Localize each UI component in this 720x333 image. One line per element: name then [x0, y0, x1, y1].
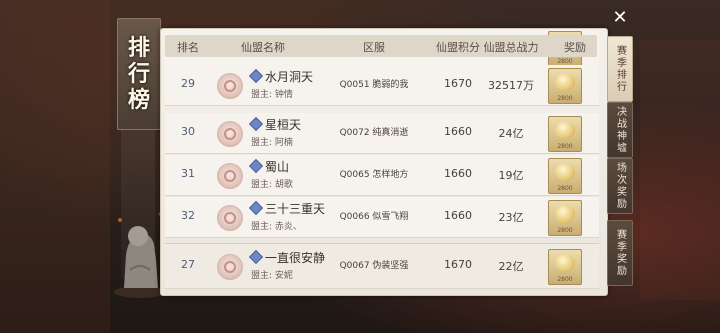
reward-item[interactable]: 2800	[548, 200, 582, 236]
guild-emblem-icon	[217, 163, 243, 189]
table-header: 排名 仙盟名称 区服 仙盟积分 仙盟总战力 奖励	[165, 35, 597, 57]
guild-leader: 盟主: 赤炎、	[251, 222, 302, 232]
server: Q0066 似雪飞翔	[339, 212, 409, 222]
reward-coin-icon	[555, 205, 575, 223]
tab-label: 赛季奖励	[614, 229, 626, 277]
server: Q0072 纯真消逝	[339, 128, 409, 138]
rank: 29	[181, 77, 195, 90]
points: 1670	[444, 258, 472, 271]
reward-coin-icon	[555, 254, 575, 272]
server: Q0065 怎样地方	[339, 170, 409, 180]
rank: 31	[181, 167, 195, 180]
reward-coin-icon	[555, 163, 575, 181]
title-char: 榜	[127, 87, 150, 113]
guild-diamond-icon	[248, 158, 264, 174]
title-char: 排	[127, 35, 150, 61]
guild-name: 星桓天	[265, 118, 302, 132]
server: Q0051 脆弱的我	[339, 80, 409, 90]
guild-leader: 盟主: 安妮	[251, 271, 293, 281]
rank: 32	[181, 209, 195, 222]
guild-name: 蜀山	[265, 160, 290, 174]
reward-item[interactable]: 2800	[548, 249, 582, 285]
tab-label: 赛季排行	[614, 45, 626, 93]
leaderboard-title: 排 行 榜	[117, 18, 161, 130]
reward-item[interactable]: 2800	[548, 158, 582, 194]
guild-leader: 盟主: 阿楠	[251, 138, 293, 148]
own-guild-row[interactable]: 27 一直很安静 盟主: 安妮 Q0067 伪装坚强 1670 22亿 2800	[165, 243, 599, 289]
guild-diamond-icon	[248, 116, 264, 132]
points: 1660	[444, 167, 472, 180]
reward-quantity: 2800	[557, 227, 573, 234]
guild-diamond-icon	[248, 249, 264, 265]
power: 32517万	[488, 79, 534, 92]
server: Q0067 伪装坚强	[339, 261, 409, 271]
guild-emblem-icon	[217, 254, 243, 280]
reward-item[interactable]: 2800	[548, 68, 582, 104]
header-points: 仙盟积分	[436, 41, 480, 54]
power: 24亿	[498, 127, 524, 140]
power: 19亿	[498, 169, 524, 182]
guild-diamond-icon	[248, 68, 264, 84]
tab-season-rewards[interactable]: 赛季奖励	[607, 220, 633, 286]
header-reward: 奖励	[564, 41, 586, 54]
list-item[interactable]: 32 三十三重天 盟主: 赤炎、 Q0066 似雪飞翔 1660 23亿 280…	[165, 197, 599, 238]
reward-quantity: 2800	[557, 143, 573, 150]
tab-season-ranking[interactable]: 赛季排行	[607, 36, 633, 102]
close-icon[interactable]: ✕	[608, 6, 632, 30]
reward-coin-icon	[555, 121, 575, 139]
guild-name: 水月洞天	[265, 70, 314, 84]
header-server: 区服	[363, 41, 385, 54]
guild-leader: 盟主: 钟情	[251, 90, 293, 100]
guild-emblem-icon	[217, 205, 243, 231]
title-char: 行	[127, 61, 150, 87]
reward-quantity: 2800	[557, 58, 573, 65]
reward-quantity: 2800	[557, 185, 573, 192]
ranking-panel: 2800 29 水月洞天 盟主: 钟情 Q0051 脆弱的我 1670 3251…	[160, 28, 608, 296]
tab-label: 场次奖励	[614, 162, 626, 210]
reward-quantity: 2800	[557, 95, 573, 102]
guild-diamond-icon	[248, 200, 264, 216]
guild-emblem-icon	[217, 121, 243, 147]
tab-decisive-battle[interactable]: 决战神墟	[607, 102, 633, 158]
list-item[interactable]: 30 星桓天 盟主: 阿楠 Q0072 纯真消逝 1660 24亿 2800	[165, 113, 599, 154]
reward-item[interactable]: 2800	[548, 116, 582, 152]
rank: 27	[181, 258, 195, 271]
tab-match-rewards[interactable]: 场次奖励	[607, 158, 633, 214]
power: 22亿	[498, 260, 524, 273]
guild-emblem-icon	[217, 73, 243, 99]
points: 1660	[444, 125, 472, 138]
reward-quantity: 2800	[557, 276, 573, 283]
reward-coin-icon	[555, 73, 575, 91]
tab-label: 决战神墟	[614, 106, 626, 154]
list-item[interactable]: 31 蜀山 盟主: 胡歌 Q0065 怎样地方 1660 19亿 2800	[165, 155, 599, 196]
rank: 30	[181, 125, 195, 138]
header-power: 仙盟总战力	[483, 41, 539, 54]
header-rank: 排名	[177, 41, 199, 54]
guild-leader: 盟主: 胡歌	[251, 180, 293, 190]
power: 23亿	[498, 211, 524, 224]
header-guild-name: 仙盟名称	[241, 41, 285, 54]
guild-name: 一直很安静	[265, 251, 326, 265]
guild-name: 三十三重天	[265, 202, 326, 216]
points: 1660	[444, 209, 472, 222]
list-item[interactable]: 29 水月洞天 盟主: 钟情 Q0051 脆弱的我 1670 32517万 28…	[165, 65, 599, 106]
points: 1670	[444, 77, 472, 90]
